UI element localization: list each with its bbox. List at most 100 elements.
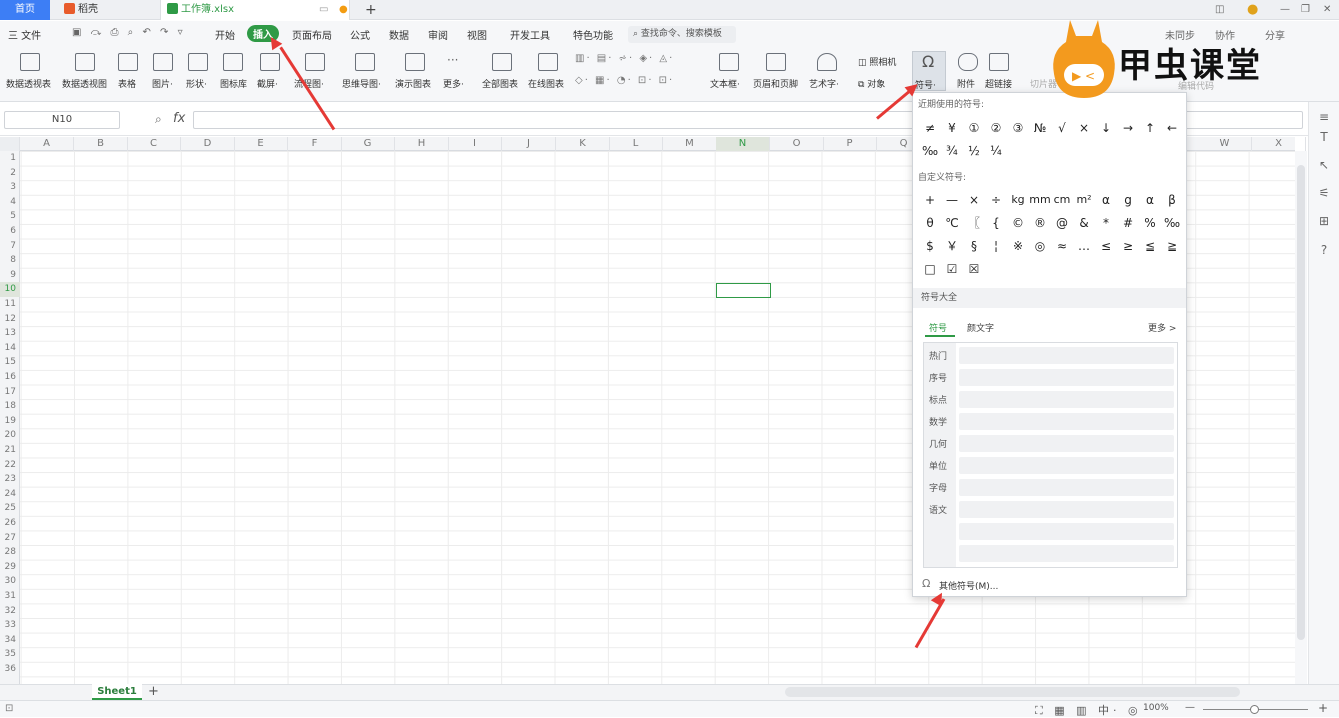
symbol-cell[interactable]: @ — [1051, 212, 1073, 234]
symbol-cell[interactable]: kg — [1007, 189, 1029, 211]
symbol-cell[interactable]: ← — [1161, 117, 1183, 139]
share-button[interactable]: 分享 — [1265, 27, 1285, 42]
symbol-cell[interactable]: ÷ — [985, 189, 1007, 211]
demo-chart-icon[interactable] — [405, 53, 425, 71]
sliders-icon[interactable]: ⚟ — [1317, 186, 1331, 200]
help-icon[interactable]: ? — [1317, 243, 1331, 257]
row-header-2[interactable]: 2 — [0, 166, 20, 181]
symbol-cell[interactable]: { — [985, 212, 1007, 234]
symbol-cell[interactable]: & — [1073, 212, 1095, 234]
avatar[interactable]: ● — [1247, 0, 1258, 20]
close-icon[interactable]: ✕ — [1323, 0, 1331, 20]
category-symbol-strip[interactable] — [959, 413, 1174, 430]
tab-workbook[interactable]: 工作簿.xlsx ▭ ● — [160, 0, 350, 20]
row-header-28[interactable]: 28 — [0, 545, 20, 560]
row-header-15[interactable]: 15 — [0, 355, 20, 370]
category-item[interactable]: 热门 — [929, 349, 947, 362]
symbol-cell[interactable]: ☑ — [941, 258, 963, 280]
category-symbol-strip[interactable] — [959, 457, 1174, 474]
symbol-cell[interactable]: + — [919, 189, 941, 211]
cursor-icon[interactable]: ↖ — [1317, 158, 1331, 172]
row-header-29[interactable]: 29 — [0, 560, 20, 575]
row-header-17[interactable]: 17 — [0, 385, 20, 400]
symbol-cell[interactable]: □ — [919, 258, 941, 280]
symbol-cell[interactable]: ③ — [1007, 117, 1029, 139]
ribbon-hyperlink[interactable]: 超链接 — [985, 77, 1012, 90]
macro-icon[interactable]: ⊡ — [5, 703, 13, 714]
symbol-cell[interactable]: $ — [919, 235, 941, 257]
row-header-1[interactable]: 1 — [0, 151, 20, 166]
category-symbol-strip[interactable] — [959, 479, 1174, 496]
flowchart-icon[interactable] — [305, 53, 325, 71]
zoom-in-button[interactable]: + — [1318, 701, 1328, 715]
row-header-12[interactable]: 12 — [0, 312, 20, 327]
category-symbol-strip[interactable] — [959, 435, 1174, 452]
more-link[interactable]: 更多 > — [1148, 321, 1176, 334]
symbol-cell[interactable]: α — [1139, 189, 1161, 211]
tab-kaomoji[interactable]: 颜文字 — [967, 321, 994, 334]
row-header-5[interactable]: 5 — [0, 209, 20, 224]
symbol-cell[interactable]: ￥ — [941, 235, 963, 257]
row-header-3[interactable]: 3 — [0, 180, 20, 195]
row-header-27[interactable]: 27 — [0, 531, 20, 546]
category-symbol-strip[interactable] — [959, 369, 1174, 386]
other-symbols-button[interactable]: 其他符号(M)... — [939, 579, 998, 592]
category-symbol-strip[interactable] — [959, 501, 1174, 518]
name-box[interactable]: N10 — [4, 111, 120, 129]
menu-file[interactable]: 三 文件 — [8, 27, 41, 42]
row-header-34[interactable]: 34 — [0, 633, 20, 648]
menu-view[interactable]: 视图 — [467, 27, 487, 42]
new-tab-button[interactable]: + — [365, 0, 377, 20]
menu-data[interactable]: 数据 — [389, 27, 409, 42]
row-header-7[interactable]: 7 — [0, 239, 20, 254]
category-symbol-strip[interactable] — [959, 391, 1174, 408]
column-header-k[interactable]: K — [556, 137, 610, 151]
icon-library-icon[interactable] — [223, 53, 243, 71]
row-header-10[interactable]: 10 — [0, 282, 20, 298]
symbol-cell[interactable]: θ — [919, 212, 941, 234]
all-charts-icon[interactable] — [492, 53, 512, 71]
tab-home[interactable]: 首页 — [0, 0, 50, 20]
row-header-24[interactable]: 24 — [0, 487, 20, 502]
column-header-o[interactable]: O — [770, 137, 824, 151]
ribbon-textbox[interactable]: 文本框· — [710, 77, 740, 90]
column-header-j[interactable]: J — [502, 137, 556, 151]
symbol-cell[interactable]: ¦ — [985, 235, 1007, 257]
symbol-cell[interactable]: ‰ — [919, 140, 941, 162]
symbol-cell[interactable]: β — [1161, 189, 1183, 211]
row-header-26[interactable]: 26 — [0, 516, 20, 531]
ribbon-picture[interactable]: 图片· — [152, 77, 173, 90]
symbol-cell[interactable]: ≤ — [1095, 235, 1117, 257]
zoom-out-button[interactable]: — — [1185, 702, 1195, 713]
symbol-cell[interactable]: ※ — [1007, 235, 1029, 257]
symbol-cell[interactable]: ¥ — [941, 117, 963, 139]
row-header-16[interactable]: 16 — [0, 370, 20, 385]
menu-formula[interactable]: 公式 — [350, 27, 370, 42]
wordart-icon[interactable] — [817, 53, 837, 71]
fx-icon[interactable]: fx — [173, 111, 185, 126]
symbol-cell[interactable]: ¼ — [985, 140, 1007, 162]
column-header-a[interactable]: A — [20, 137, 74, 151]
menu-special[interactable]: 特色功能 — [573, 27, 613, 42]
collapse-icon[interactable]: ≡ — [1317, 110, 1331, 124]
object-button[interactable]: ⧉ 对象 — [858, 77, 885, 90]
symbol-cell[interactable]: ℃ — [941, 212, 963, 234]
ribbon-mindmap[interactable]: 思维导图· — [342, 77, 381, 90]
row-header-22[interactable]: 22 — [0, 458, 20, 473]
column-header-n[interactable]: N — [716, 137, 770, 151]
symbol-cell[interactable]: cm — [1051, 189, 1073, 211]
symbol-cell[interactable]: ◎ — [1029, 235, 1051, 257]
symbol-cell[interactable]: g — [1117, 189, 1139, 211]
ribbon-attachment[interactable]: 附件 — [957, 77, 975, 90]
symbol-cell[interactable]: — — [941, 189, 963, 211]
row-header-31[interactable]: 31 — [0, 589, 20, 604]
symbol-cell[interactable]: ↓ — [1095, 117, 1117, 139]
column-header-b[interactable]: B — [74, 137, 128, 151]
ribbon-table[interactable]: 表格 — [118, 77, 136, 90]
layout-icon[interactable]: ◫ — [1215, 0, 1224, 20]
row-header-18[interactable]: 18 — [0, 399, 20, 414]
symbol-cell[interactable]: ↑ — [1139, 117, 1161, 139]
zoom-level[interactable]: 100% — [1143, 703, 1169, 713]
menu-start[interactable]: 开始 — [215, 27, 235, 42]
column-header-m[interactable]: M — [663, 137, 717, 151]
